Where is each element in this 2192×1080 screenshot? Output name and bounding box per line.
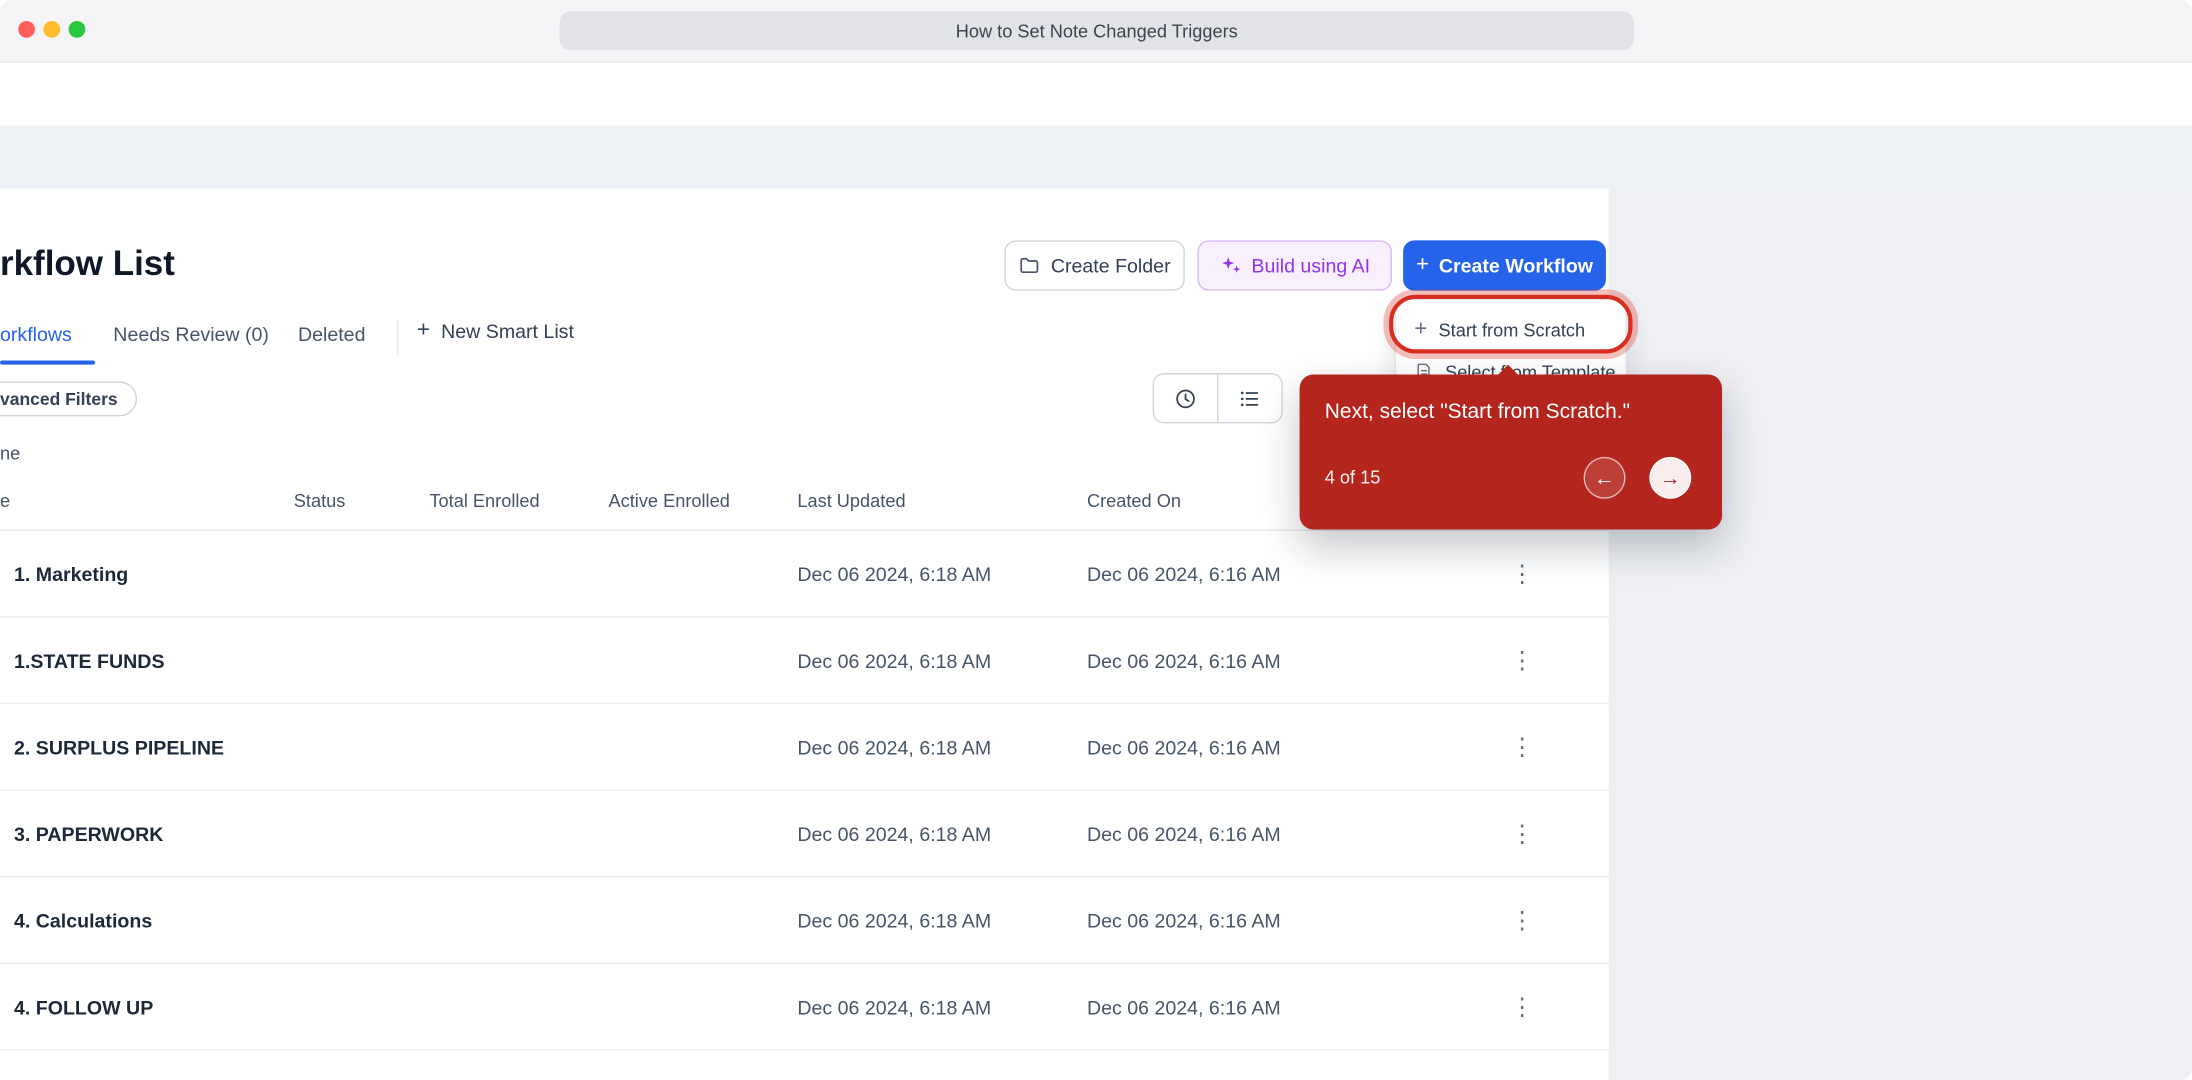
workflow-name[interactable]: 2. SURPLUS PIPELINE <box>14 736 224 758</box>
column-header-active-enrolled[interactable]: Active Enrolled <box>609 490 730 511</box>
tab-divider <box>397 319 399 355</box>
tooltip-step-counter: 4 of 15 <box>1324 466 1381 488</box>
table-row[interactable]: 1. Marketing Dec 06 2024, 6:18 AM Dec 06… <box>0 530 1609 618</box>
build-using-ai-label: Build using AI <box>1251 254 1371 277</box>
workflow-last-updated: Dec 06 2024, 6:18 AM <box>797 995 992 1018</box>
workflow-created-on: Dec 06 2024, 6:16 AM <box>1086 735 1281 758</box>
create-workflow-label: Create Workflow <box>1438 254 1594 277</box>
row-menu-button[interactable]: ⋮ <box>1500 822 1545 846</box>
window-title: How to Set Note Changed Triggers <box>559 11 1634 51</box>
clock-icon <box>1174 386 1198 410</box>
row-menu-button[interactable]: ⋮ <box>1500 995 1545 1019</box>
table-row[interactable]: 4. Calculations Dec 06 2024, 6:18 AM Dec… <box>0 877 1609 965</box>
table-row[interactable]: 4. FOLLOW UP Dec 06 2024, 6:18 AM Dec 06… <box>0 964 1609 1051</box>
app-header: KC <box>0 62 2192 175</box>
workflow-created-on: Dec 06 2024, 6:16 AM <box>1086 648 1281 672</box>
folder-icon <box>1019 254 1041 276</box>
plus-icon: + <box>416 318 430 343</box>
column-header-status[interactable]: Status <box>294 490 346 511</box>
view-toggle-group <box>1152 373 1283 424</box>
partial-name-label: ne <box>0 442 21 464</box>
minimize-window-button[interactable] <box>43 20 61 38</box>
workflow-last-updated: Dec 06 2024, 6:18 AM <box>797 648 992 672</box>
workflow-name[interactable]: 4. Calculations <box>14 909 152 931</box>
workflow-name[interactable]: 3. PAPERWORK <box>14 822 163 844</box>
close-window-button[interactable] <box>18 20 35 38</box>
workflow-last-updated: Dec 06 2024, 6:18 AM <box>797 562 992 585</box>
build-using-ai-button[interactable]: Build using AI <box>1197 240 1392 291</box>
workflow-name[interactable]: 1. Marketing <box>14 562 128 584</box>
tab-deleted[interactable]: Deleted <box>298 323 366 345</box>
start-from-scratch-label: Start from Scratch <box>1438 319 1586 341</box>
tooltip-caret <box>1496 364 1520 376</box>
create-folder-label: Create Folder <box>1050 254 1171 277</box>
row-menu-button[interactable]: ⋮ <box>1500 735 1545 759</box>
advanced-filters-button[interactable]: vanced Filters <box>0 381 138 417</box>
create-folder-button[interactable]: Create Folder <box>1004 240 1185 291</box>
row-menu-button[interactable]: ⋮ <box>1500 908 1545 932</box>
workflow-last-updated: Dec 06 2024, 6:18 AM <box>797 908 992 932</box>
page-title: rkflow List <box>0 244 175 284</box>
list-icon <box>1238 386 1262 410</box>
row-menu-button[interactable]: ⋮ <box>1500 648 1545 672</box>
workflow-created-on: Dec 06 2024, 6:16 AM <box>1086 822 1281 845</box>
workflow-created-on: Dec 06 2024, 6:16 AM <box>1086 908 1281 932</box>
browser-window: How to Set Note Changed Triggers KC rkfl… <box>0 0 2192 1080</box>
table-row[interactable]: 1.STATE FUNDS Dec 06 2024, 6:18 AM Dec 0… <box>0 617 1609 705</box>
row-menu-button[interactable]: ⋮ <box>1500 562 1545 586</box>
workflow-name[interactable]: 1.STATE FUNDS <box>14 649 165 671</box>
tab-workflows[interactable]: orkflows <box>0 323 72 345</box>
arrow-right-icon: → <box>1659 465 1681 490</box>
tooltip-message: Next, select "Start from Scratch." <box>1324 399 1631 424</box>
window-titlebar: How to Set Note Changed Triggers <box>0 0 2192 63</box>
plus-icon: + <box>1414 317 1428 341</box>
zoom-window-button[interactable] <box>68 20 86 38</box>
tooltip-prev-button[interactable]: ← <box>1583 456 1626 499</box>
tooltip-next-button[interactable]: → <box>1649 456 1692 499</box>
create-workflow-button[interactable]: + Create Workflow <box>1403 240 1606 291</box>
workflow-table-body: 1. Marketing Dec 06 2024, 6:18 AM Dec 06… <box>0 530 1609 1051</box>
new-smart-list-label: New Smart List <box>441 319 574 343</box>
column-header-last-updated[interactable]: Last Updated <box>797 490 905 511</box>
column-header-name[interactable]: e <box>0 490 10 511</box>
tutorial-tooltip: Next, select "Start from Scratch." 4 of … <box>1299 364 1723 530</box>
menu-item-start-from-scratch[interactable]: + Start from Scratch <box>1396 309 1625 351</box>
plus-icon: + <box>1415 252 1430 277</box>
table-row[interactable]: 2. SURPLUS PIPELINE Dec 06 2024, 6:18 AM… <box>0 704 1609 791</box>
active-tab-underline <box>0 360 96 365</box>
workflow-created-on: Dec 06 2024, 6:16 AM <box>1086 562 1281 585</box>
table-row[interactable]: 3. PAPERWORK Dec 06 2024, 6:18 AM Dec 06… <box>0 790 1609 878</box>
workflow-created-on: Dec 06 2024, 6:16 AM <box>1086 995 1281 1018</box>
new-smart-list-button[interactable]: + New Smart List <box>416 318 574 343</box>
history-view-button[interactable] <box>1154 374 1218 422</box>
list-view-button[interactable] <box>1217 374 1282 422</box>
workflow-last-updated: Dec 06 2024, 6:18 AM <box>797 822 992 845</box>
arrow-left-icon: ← <box>1594 465 1616 490</box>
workflow-last-updated: Dec 06 2024, 6:18 AM <box>797 735 992 758</box>
column-header-total-enrolled[interactable]: Total Enrolled <box>429 490 539 511</box>
sparkle-icon <box>1219 254 1241 276</box>
tab-needs-review[interactable]: Needs Review (0) <box>113 323 269 345</box>
workflow-name[interactable]: 4. FOLLOW UP <box>14 996 153 1018</box>
toolbar-band <box>0 125 2192 189</box>
column-header-created-on[interactable]: Created On <box>1087 490 1181 511</box>
